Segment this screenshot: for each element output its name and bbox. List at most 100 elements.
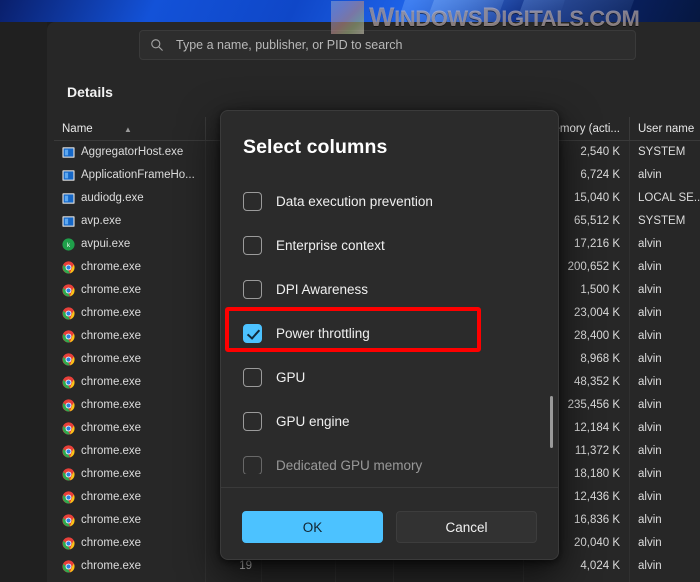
chrome-icon [62, 514, 75, 527]
column-header-name[interactable]: Name ▲ [54, 116, 206, 141]
cell-user-name: alvin [638, 261, 662, 273]
cancel-button[interactable]: Cancel [396, 511, 537, 543]
checkbox-icon[interactable] [243, 235, 262, 255]
cell-status [262, 578, 336, 582]
cell-process-name: chrome.exe [54, 348, 206, 371]
column-option-dedicated-gpu-memory[interactable]: Dedicated GPU memory [221, 443, 558, 474]
process-name-label: chrome.exe [81, 353, 142, 365]
column-options-list[interactable]: Data execution prevention Enterprise cont… [221, 179, 558, 474]
column-option-gpu[interactable]: GPU [221, 355, 558, 399]
cell-process-name: chrome.exe [54, 371, 206, 394]
checkbox-icon[interactable] [243, 411, 262, 431]
cell-process-name: chrome.exe [54, 394, 206, 417]
process-name-label: chrome.exe [81, 307, 142, 319]
column-option-label: Enterprise context [276, 237, 385, 253]
column-header-user-name[interactable]: User name [630, 117, 700, 141]
cell-user-name: SYSTEM [638, 146, 686, 158]
checkbox-icon[interactable] [243, 455, 262, 474]
ok-button[interactable]: OK [242, 511, 383, 543]
kaspersky-icon: k [62, 238, 75, 251]
cell-user-name: alvin [638, 514, 662, 526]
cell-process-name: chrome.exe [54, 279, 206, 302]
process-name-label: chrome.exe [81, 261, 142, 273]
chrome-icon [62, 445, 75, 458]
cell-description [394, 578, 524, 582]
search-input[interactable]: Type a name, publisher, or PID to search [139, 30, 636, 60]
chrome-icon [62, 491, 75, 504]
cell-process-name: chrome.exe [54, 486, 206, 509]
cell-user-name: alvin [638, 468, 662, 480]
column-option-power-throttling[interactable]: Power throttling [221, 311, 558, 355]
cell-user-name: alvin [638, 399, 662, 411]
process-name-label: ApplicationFrameHo... [81, 169, 195, 181]
chrome-icon [62, 330, 75, 343]
chrome-icon [62, 560, 75, 573]
cell-user-name: alvin [638, 169, 662, 181]
cell-user-name: alvin [638, 422, 662, 434]
column-option-label: Dedicated GPU memory [276, 457, 423, 473]
cell-user-name: alvin [638, 491, 662, 503]
column-option-enterprise-context[interactable]: Enterprise context [221, 223, 558, 267]
task-manager-sidebar[interactable] [0, 22, 47, 582]
cell-user-name: alvin [638, 307, 662, 319]
checkbox-icon[interactable] [243, 279, 262, 299]
cell-user-name: LOCAL SE... [638, 192, 700, 204]
page-title: Details [67, 84, 113, 100]
checkbox-icon[interactable] [243, 191, 262, 211]
chrome-icon [62, 376, 75, 389]
column-option-label: DPI Awareness [276, 281, 369, 297]
checkbox-icon[interactable] [243, 367, 262, 387]
chrome-icon [62, 399, 75, 412]
wallpaper-petal [507, 0, 643, 22]
cell-process-name: chrome.exe [54, 463, 206, 486]
cell-process-name: chrome.exe [54, 578, 206, 582]
cell-process-name: AggregatorHost.exe [54, 141, 206, 164]
dialog-title: Select columns [243, 136, 388, 158]
process-name-label: chrome.exe [81, 537, 142, 549]
wallpaper-petal [417, 0, 513, 22]
process-name-label: audiodg.exe [81, 192, 144, 204]
column-option-label: Data execution prevention [276, 193, 433, 209]
generic-app-icon [62, 216, 75, 227]
column-option-gpu-engine[interactable]: GPU engine [221, 399, 558, 443]
chrome-icon [62, 422, 75, 435]
cell-user-name: alvin [638, 238, 662, 250]
cell-process-name: chrome.exe [54, 302, 206, 325]
generic-app-icon [62, 147, 75, 158]
dialog-scrollbar[interactable] [550, 396, 553, 448]
dialog-separator [221, 487, 558, 488]
cell-process-name: avp.exe [54, 210, 206, 233]
cell-process-name: ApplicationFrameHo... [54, 164, 206, 187]
process-name-label: AggregatorHost.exe [81, 146, 184, 158]
cell-memory: 113,628 K [524, 578, 630, 582]
table-row[interactable]: chrome.exe 20 113,628 Kalvin [54, 578, 700, 582]
process-name-label: chrome.exe [81, 330, 142, 342]
cell-process-name: audiodg.exe [54, 187, 206, 210]
chrome-icon [62, 284, 75, 297]
select-columns-dialog: Select columns Data execution prevention… [220, 110, 559, 560]
screen: WINDOWSDIGITALS.COM Type a name, publish… [0, 0, 700, 582]
chrome-icon [62, 468, 75, 481]
search-icon [151, 39, 163, 51]
generic-app-icon [62, 193, 75, 204]
search-placeholder: Type a name, publisher, or PID to search [176, 38, 403, 52]
process-name-label: chrome.exe [81, 560, 142, 572]
cell-process-name: chrome.exe [54, 532, 206, 555]
cell-process-name: chrome.exe [54, 256, 206, 279]
column-option-dpi-awareness[interactable]: DPI Awareness [221, 267, 558, 311]
column-option-data-execution-prevention[interactable]: Data execution prevention [221, 179, 558, 223]
process-name-label: chrome.exe [81, 445, 142, 457]
column-option-label: GPU [276, 369, 306, 385]
cell-user-name: alvin [630, 578, 700, 582]
process-name-label: avpui.exe [81, 238, 131, 250]
cell-user-name: SYSTEM [638, 215, 686, 227]
cell-user-name: alvin [638, 376, 662, 388]
checkbox-checked-icon[interactable] [243, 323, 262, 343]
process-name-label: avp.exe [81, 215, 122, 227]
chrome-icon [62, 307, 75, 320]
chrome-icon [62, 261, 75, 274]
generic-app-icon [62, 170, 75, 181]
cell-user-name: alvin [638, 445, 662, 457]
cell-process-name: chrome.exe [54, 417, 206, 440]
desktop-wallpaper [0, 0, 700, 22]
